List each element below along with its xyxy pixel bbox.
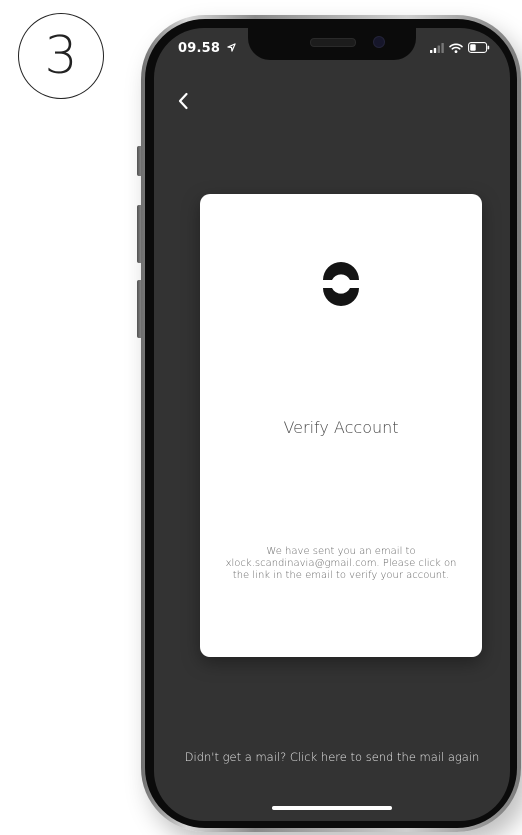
location-arrow-icon: [227, 43, 236, 52]
notch: [248, 28, 416, 60]
step-number: 3: [44, 26, 78, 86]
brand-logo-icon: [323, 262, 359, 306]
message-line-2: xlock.scandinavia@gmail.com. Please clic…: [225, 558, 457, 569]
signal-bars-icon: [430, 42, 444, 53]
wifi-icon: [449, 43, 463, 53]
status-time: 09.58: [178, 41, 236, 56]
message-line-3: the link in the email to verify your acc…: [232, 570, 450, 581]
verification-message: We have sent you an email to xlock.scand…: [204, 546, 478, 582]
chevron-left-icon: [178, 92, 188, 110]
card-title: Verify Account: [283, 418, 399, 437]
step-number-badge: 3: [18, 13, 104, 99]
battery-icon: [468, 42, 490, 53]
home-indicator[interactable]: [272, 806, 392, 810]
front-camera: [373, 36, 385, 48]
verify-account-card: Verify Account We have sent you an email…: [200, 194, 482, 657]
phone-screen: 09.58 Verify Account We have sent you an…: [154, 28, 510, 821]
status-indicators: [430, 42, 490, 53]
back-button[interactable]: [170, 88, 196, 114]
stage: 3 09.58 Verify Account We have sent you …: [0, 0, 522, 835]
message-line-1: We have sent you an email to: [266, 546, 416, 557]
status-time-text: 09.58: [178, 41, 221, 56]
speaker: [310, 38, 356, 47]
resend-mail-link[interactable]: Didn't get a mail? Click here to send th…: [154, 750, 510, 764]
